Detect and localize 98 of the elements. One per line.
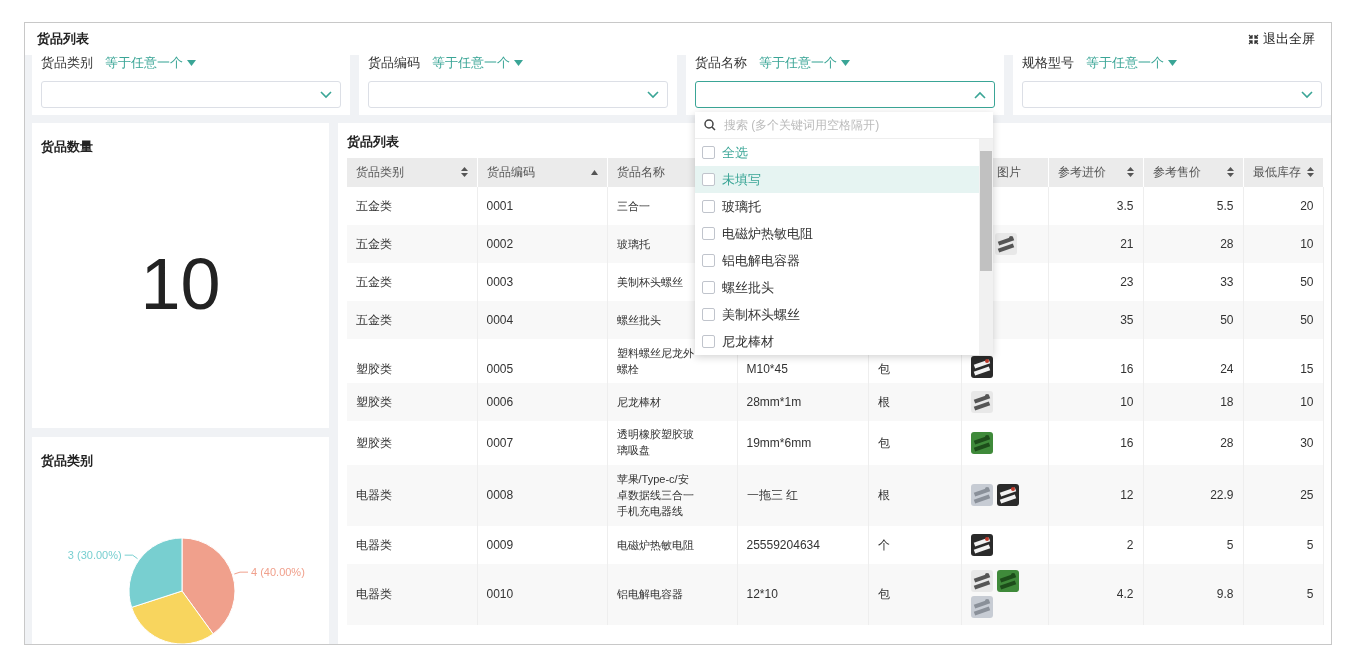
table-cell: 28 <box>1220 434 1234 451</box>
table-cell: 0009 <box>486 536 514 553</box>
exit-fullscreen-button[interactable]: 退出全屏 <box>1248 29 1315 49</box>
table-cell-text: 透明橡胶塑胶玻璃吸盘 <box>616 427 695 458</box>
page-title: 货品列表 <box>37 30 89 49</box>
table-cell: 电器类 <box>356 487 392 503</box>
option-item[interactable]: 尼龙棒材 <box>695 328 979 355</box>
table-cell: 3.5 <box>1116 197 1134 214</box>
table-cell: 根 <box>877 393 890 410</box>
slice-label: 4 (40.00%) <box>251 565 305 578</box>
option-item[interactable]: 玻璃托 <box>695 193 979 220</box>
table-cell: 16 <box>1120 434 1134 451</box>
table-cell: 2 <box>1126 536 1134 553</box>
column-header[interactable]: 图片 <box>996 163 1021 181</box>
search-input[interactable]: 搜索 (多个关键词用空格隔开) <box>724 116 984 134</box>
table-cell: 5 <box>1306 586 1314 602</box>
filter-label: 规格型号 <box>1022 54 1074 73</box>
table-cell: 包 <box>877 586 890 602</box>
option-item[interactable]: 铝电解电容器 <box>695 247 979 274</box>
table-cell-text: 三合一 <box>616 198 650 214</box>
table-cell: 33 <box>1220 273 1234 290</box>
table-cell: 0008 <box>486 487 514 503</box>
table-cell: 10 <box>1300 393 1314 410</box>
table-cell: 20 <box>1300 197 1314 214</box>
table-cell: 25 <box>1300 487 1314 503</box>
filter-label: 货品名称 <box>695 54 747 73</box>
card-title: 货品类别 <box>41 452 94 470</box>
table-cell: 50 <box>1220 311 1234 328</box>
table-cell: 0002 <box>486 235 514 252</box>
table-cell: 19mm*6mm <box>746 434 812 451</box>
table-cell: 24 <box>1220 360 1234 377</box>
table-cell: 22.9 <box>1210 487 1234 503</box>
table-cell: 10 <box>1120 393 1134 410</box>
table-cell: 15 <box>1300 360 1314 377</box>
table-cell: 12 <box>1120 487 1134 503</box>
table-cell: 18 <box>1220 393 1234 410</box>
table-cell-text: 美制杯头螺丝 <box>616 274 683 290</box>
table-cell: 50 <box>1300 311 1314 328</box>
card-title: 货品数量 <box>41 138 94 156</box>
table-cell: M10*45 <box>746 360 788 377</box>
table-cell: 五金类 <box>356 197 392 214</box>
table-cell: 16 <box>1120 360 1134 377</box>
search-field[interactable]: 搜索 (多个关键词用空格隔开) <box>695 112 993 139</box>
table-cell: 25559204634 <box>746 536 820 553</box>
table-cell-text: 电磁炉热敏电阻 <box>616 537 694 553</box>
table-cell: 塑胶类 <box>356 393 392 410</box>
table-cell: 0010 <box>486 586 514 602</box>
table-cell: 塑胶类 <box>356 434 392 451</box>
table-cell: 12*10 <box>746 586 778 602</box>
table-cell-text: 铝电解电容器 <box>616 587 683 602</box>
table-cell: 0005 <box>486 360 514 377</box>
table-cell: 包 <box>877 360 890 377</box>
table-cell: 5 <box>1306 536 1314 553</box>
table-cell-text: 苹果/Type-c/安卓数据线三合一手机充电器线 <box>616 471 695 519</box>
table-cell: 五金类 <box>356 273 392 290</box>
column-header[interactable]: 参考售价 <box>1152 163 1201 181</box>
table-cell: 五金类 <box>356 311 392 328</box>
count-value: 10 <box>140 247 221 320</box>
table-cell: 0001 <box>486 197 514 214</box>
table-cell: 电器类 <box>356 586 392 602</box>
table-cell: 4.2 <box>1116 586 1134 602</box>
table-cell: 35 <box>1120 311 1134 328</box>
table-cell: 0006 <box>486 393 514 410</box>
column-header[interactable]: 参考进价 <box>1057 163 1106 181</box>
table-cell: 0003 <box>486 273 514 290</box>
table-cell: 23 <box>1120 273 1134 290</box>
table-cell: 5.5 <box>1216 197 1234 214</box>
table-cell-text: 尼龙棒材 <box>616 394 661 410</box>
table-cell-text: 螺丝批头 <box>616 312 661 328</box>
table-cell: 一拖三 红 <box>746 487 798 503</box>
column-header[interactable]: 最低库存 <box>1252 163 1301 181</box>
table-cell: 0004 <box>486 311 514 328</box>
table-cell: 21 <box>1120 235 1134 252</box>
table-cell: 50 <box>1300 273 1314 290</box>
column-header[interactable]: 货品编码 <box>486 163 535 181</box>
table-cell: 28mm*1m <box>746 393 802 410</box>
filter-label: 货品类别 <box>41 54 93 73</box>
table-cell: 9.8 <box>1216 586 1234 602</box>
column-header[interactable]: 货品名称 <box>616 163 665 181</box>
table-cell: 0007 <box>486 434 514 451</box>
table-cell: 个 <box>877 536 890 553</box>
table-cell: 根 <box>877 487 890 503</box>
table-cell: 30 <box>1300 434 1314 451</box>
table-cell: 电器类 <box>356 536 392 553</box>
slice-label: 3 (30.00%) <box>67 548 122 561</box>
column-header[interactable]: 货品类别 <box>356 163 404 181</box>
table-cell: 塑胶类 <box>356 360 392 377</box>
table-cell-text: 玻璃托 <box>616 236 650 252</box>
table-cell: 10 <box>1300 235 1314 252</box>
table-cell: 包 <box>877 434 890 451</box>
filter-label: 货品编码 <box>368 54 420 73</box>
table-cell: 五金类 <box>356 235 392 252</box>
table-cell-text: 塑料螺丝尼龙外螺栓 <box>616 345 695 377</box>
option-item[interactable]: 电磁炉热敏电阻 <box>695 220 979 247</box>
option-item[interactable]: 螺丝批头 <box>695 274 979 301</box>
table-cell: 5 <box>1226 536 1234 553</box>
option-item[interactable]: 美制杯头螺丝 <box>695 301 979 328</box>
table-cell: 28 <box>1220 235 1234 252</box>
